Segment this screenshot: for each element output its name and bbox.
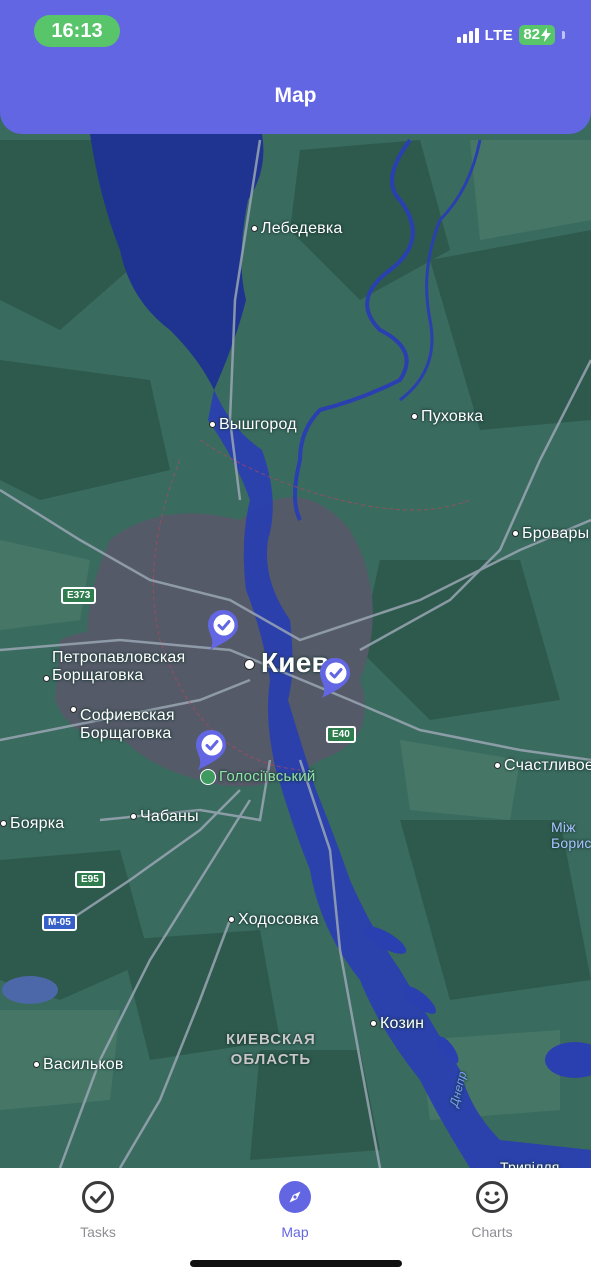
road-shield-e373: E373 [61,587,97,604]
road-shield-e95: E95 [75,871,105,888]
smiley-icon [476,1181,508,1213]
page-title: Map [274,84,317,107]
place-vasilkov[interactable]: Васильков [33,1056,124,1074]
place-trypillia[interactable]: Трипілля [500,1158,560,1168]
place-kozin[interactable]: Козин [370,1015,424,1033]
place-mizh[interactable]: Між Борис [551,819,591,851]
region-kyiv-oblast: КИЕВСКАЯ ОБЛАСТЬ [226,1031,316,1068]
check-circle-icon [82,1181,114,1213]
status-indicators: LTE 82 [456,25,565,45]
road-shield-e40: E40 [326,726,356,743]
map-view[interactable]: Лебедевка Вышгород Пуховка Бровары Киев … [0,0,591,1168]
place-dot [43,675,50,682]
place-boyarka[interactable]: Боярка [0,815,64,833]
app-header: 16:13 LTE 82 Map [0,0,591,134]
place-pukhovka[interactable]: Пуховка [411,408,483,426]
network-type: LTE [484,26,514,44]
task-pin[interactable] [206,608,240,652]
map-terrain [0,134,591,1168]
place-sofievskaya[interactable]: Софиевская Борщаговка [70,707,175,743]
road-shield-m05: M-05 [42,914,77,931]
pin-check-icon [196,730,226,770]
task-pin[interactable] [194,728,228,772]
battery-level: 82 [523,26,540,43]
tab-charts[interactable]: Charts [432,1180,552,1240]
status-time: 16:13 [34,15,120,47]
tab-tasks-label: Tasks [80,1224,116,1240]
place-vyshgorod[interactable]: Вышгород [209,416,297,434]
tab-map[interactable]: Map [235,1180,355,1240]
place-khodosovka[interactable]: Ходосовка [228,911,319,929]
tab-map-label: Map [281,1224,309,1240]
place-lebedevka[interactable]: Лебедевка [251,220,343,238]
pin-check-icon [320,658,350,698]
charging-bolt-icon [541,28,551,42]
home-indicator[interactable] [190,1260,402,1267]
battery-tip [562,31,565,39]
place-kiev[interactable]: Киев [244,649,329,677]
place-chabany[interactable]: Чабаны [130,808,199,826]
place-dot [70,706,77,713]
task-pin[interactable] [318,656,352,700]
place-brovary[interactable]: Бровары [512,525,589,543]
signal-icon [456,27,479,43]
battery-indicator: 82 [519,25,555,45]
tab-charts-label: Charts [471,1224,513,1240]
pin-check-icon [208,610,238,650]
place-petropavlovskaya[interactable]: Петропавловская Борщаговка [42,649,185,685]
place-schastlivoe[interactable]: Счастливое [494,757,591,775]
compass-icon [279,1181,311,1213]
tab-tasks[interactable]: Tasks [38,1180,158,1240]
